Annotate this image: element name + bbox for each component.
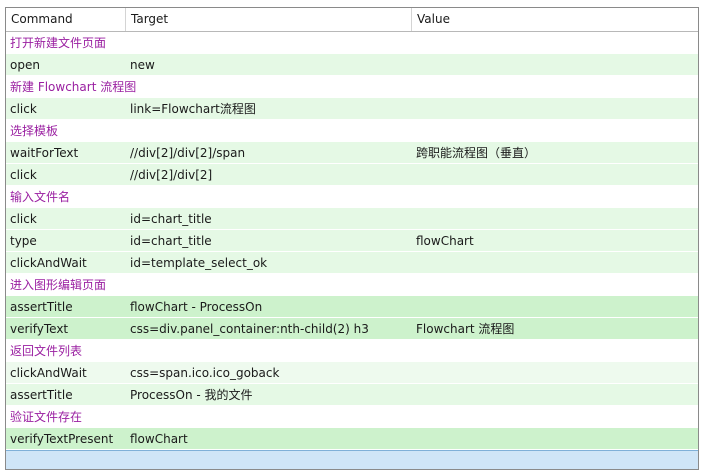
value-cell: Flowchart 流程图 [416, 322, 515, 336]
target-cell: ProcessOn - 我的文件 [130, 388, 253, 402]
comment-row[interactable]: 输入文件名 [6, 186, 698, 208]
target-cell: //div[2]/div[2] [130, 168, 213, 182]
target-cell: flowChart [130, 432, 188, 446]
value-cell [412, 164, 698, 186]
comment-row[interactable]: 返回文件列表 [6, 340, 698, 362]
selected-empty-row[interactable] [6, 450, 698, 469]
command-cell: clickAndWait [10, 366, 87, 380]
command-row[interactable]: click //div[2]/div[2] [6, 164, 698, 186]
command-cell: clickAndWait [10, 256, 87, 270]
command-cell: verifyText [10, 322, 69, 336]
command-row[interactable]: open new [6, 54, 698, 76]
table-header: Command Target Value [6, 8, 698, 32]
value-cell [412, 296, 698, 318]
comment-text: 验证文件存在 [10, 410, 83, 424]
command-cell: assertTitle [10, 300, 73, 314]
comment-text: 输入文件名 [10, 190, 71, 204]
table-body: 打开新建文件页面 open new 新建 Flowchart 流程图 click link… [6, 32, 698, 450]
comment-text: 返回文件列表 [10, 344, 83, 358]
value-cell: flowChart [416, 234, 474, 248]
value-cell [412, 252, 698, 274]
command-cell: click [10, 212, 37, 226]
target-cell: id=chart_title [130, 234, 212, 248]
comment-row[interactable]: 进入图形编辑页面 [6, 274, 698, 296]
comment-row[interactable]: 验证文件存在 [6, 406, 698, 428]
comment-row[interactable]: 选择模板 [6, 120, 698, 142]
command-row[interactable]: type id=chart_title flowChart [6, 230, 698, 252]
command-row[interactable]: clickAndWait id=template_select_ok [6, 252, 698, 274]
comment-row[interactable]: 打开新建文件页面 [6, 32, 698, 54]
target-cell: link=Flowchart流程图 [130, 102, 256, 116]
value-cell [412, 98, 698, 120]
value-cell [412, 428, 698, 450]
value-cell [412, 384, 698, 406]
command-row[interactable]: click id=chart_title [6, 208, 698, 230]
comment-text: 进入图形编辑页面 [10, 278, 107, 292]
target-cell: //div[2]/div[2]/span [130, 146, 246, 160]
target-cell: css=div.panel_container:nth-child(2) h3 [130, 322, 369, 336]
comment-row[interactable]: 新建 Flowchart 流程图 [6, 76, 698, 98]
command-cell: open [10, 58, 40, 72]
target-cell: flowChart - ProcessOn [130, 300, 263, 314]
target-cell: new [130, 58, 155, 72]
value-cell: 跨职能流程图（垂直） [416, 146, 537, 160]
command-cell: click [10, 168, 37, 182]
command-cell: click [10, 102, 37, 116]
command-cell: assertTitle [10, 388, 73, 402]
command-row[interactable]: click link=Flowchart流程图 [6, 98, 698, 120]
command-cell: verifyTextPresent [10, 432, 114, 446]
command-row[interactable]: clickAndWait css=span.ico.ico_goback [6, 362, 698, 384]
command-cell: type [10, 234, 37, 248]
comment-text: 新建 Flowchart 流程图 [10, 80, 137, 94]
value-cell [412, 54, 698, 76]
target-cell: id=chart_title [130, 212, 212, 226]
command-cell: waitForText [10, 146, 79, 160]
target-cell: css=span.ico.ico_goback [130, 366, 280, 380]
target-cell: id=template_select_ok [130, 256, 268, 270]
command-row[interactable]: verifyTextPresent flowChart [6, 428, 698, 450]
command-row[interactable]: assertTitle ProcessOn - 我的文件 [6, 384, 698, 406]
comment-text: 选择模板 [10, 124, 59, 138]
command-row[interactable]: assertTitle flowChart - ProcessOn [6, 296, 698, 318]
value-cell [412, 208, 698, 230]
command-row[interactable]: waitForText //div[2]/div[2]/span 跨职能流程图（垂直… [6, 142, 698, 164]
column-header-target[interactable]: Target [126, 8, 412, 31]
test-case-table: Command Target Value 打开新建文件页面 open new 新建 F… [5, 7, 699, 470]
comment-text: 打开新建文件页面 [10, 36, 107, 50]
command-row[interactable]: verifyText css=div.panel_container:nth-ch… [6, 318, 698, 340]
column-header-command[interactable]: Command [6, 8, 126, 31]
value-cell [412, 362, 698, 384]
column-header-value[interactable]: Value [412, 8, 698, 31]
